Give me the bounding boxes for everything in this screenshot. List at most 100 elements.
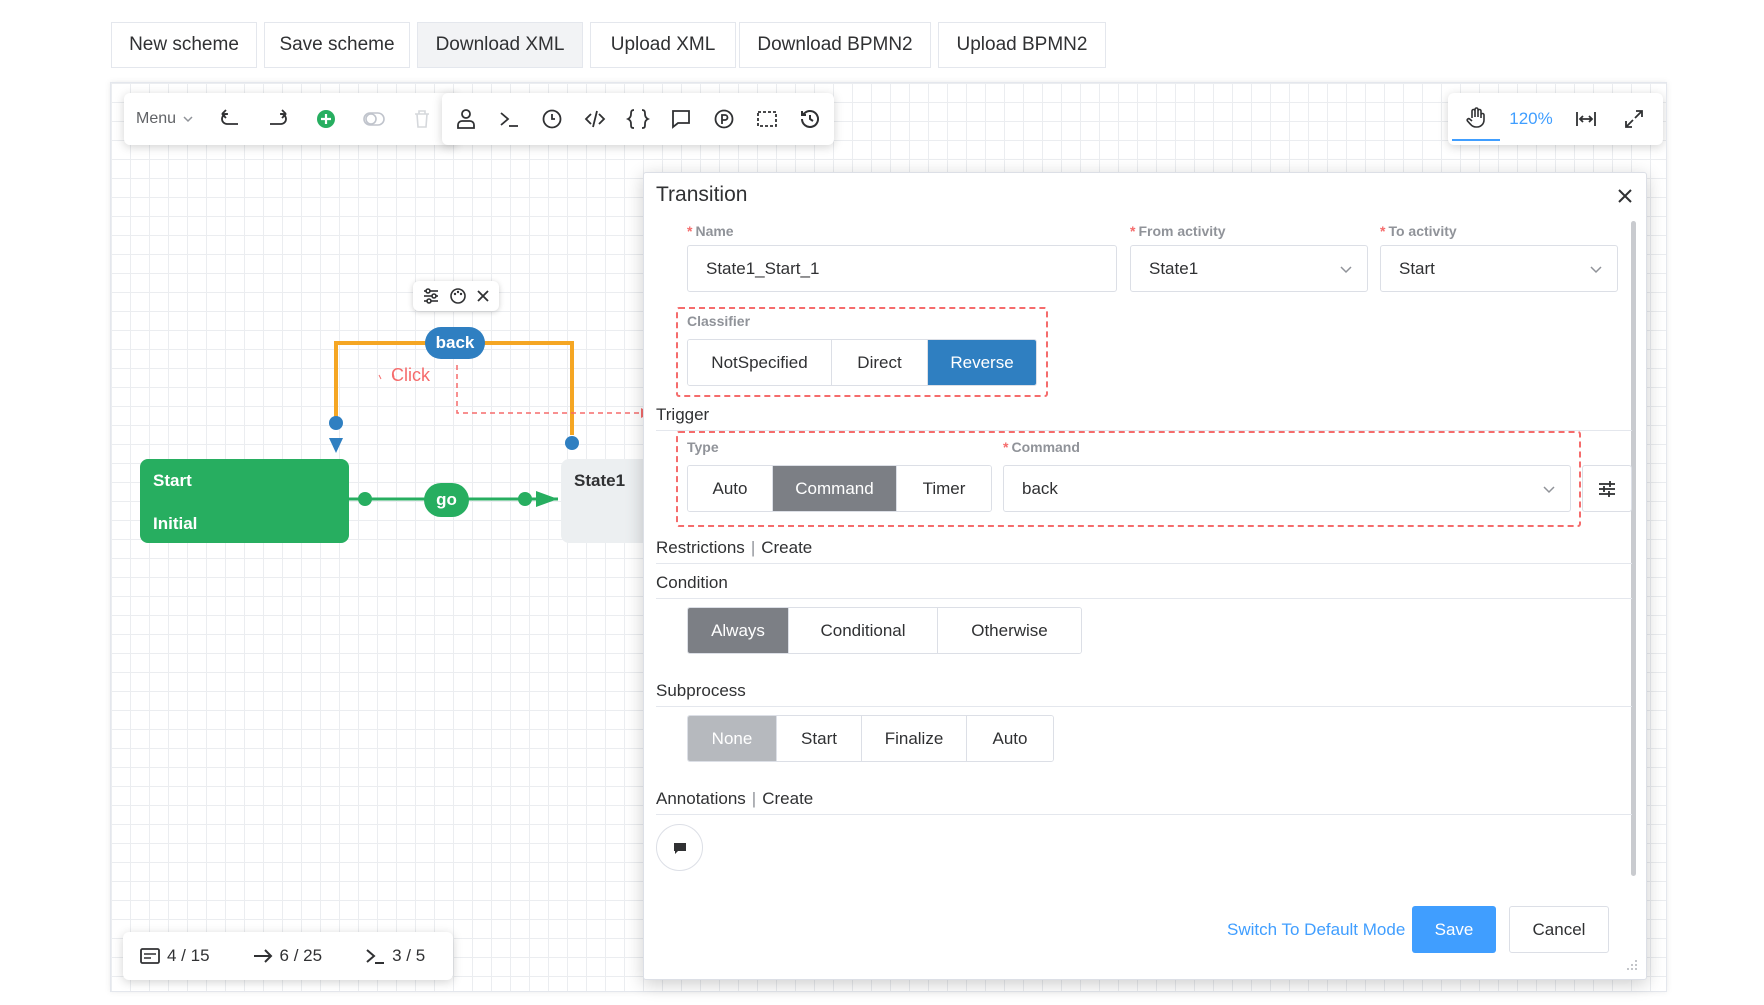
classifier-reverse[interactable]: Reverse <box>928 340 1036 385</box>
back-start-dot <box>565 436 579 450</box>
new-scheme-button[interactable]: New scheme <box>111 22 257 68</box>
status-bar: 4 / 15 6 / 25 3 / 5 <box>123 932 453 980</box>
condition-always[interactable]: Always <box>688 608 789 653</box>
classifier-segmented: NotSpecified Direct Reverse <box>687 339 1037 386</box>
redo-button[interactable] <box>254 95 302 143</box>
annotations-create-link[interactable]: Create <box>762 789 813 808</box>
activities-count: 4 / 15 <box>139 946 210 966</box>
to-activity-label: * To activity <box>1380 223 1457 239</box>
history-button[interactable] <box>788 95 831 143</box>
command-parameters-button[interactable] <box>1582 465 1632 512</box>
close-icon[interactable] <box>1616 187 1634 205</box>
subprocess-segmented: None Start Finalize Auto <box>687 715 1054 762</box>
click-hint: Click <box>391 365 430 385</box>
main-toolbar: Menu <box>124 93 457 145</box>
from-activity-label: * From activity <box>1130 223 1226 239</box>
chevron-down-icon <box>1340 266 1352 274</box>
from-activity-select[interactable]: State1 <box>1130 245 1368 292</box>
fit-width-button[interactable] <box>1562 95 1610 143</box>
restrictions-create-link[interactable]: Create <box>761 538 812 557</box>
add-annotation-button[interactable] <box>656 824 703 871</box>
chevron-down-icon <box>183 116 193 123</box>
condition-conditional[interactable]: Conditional <box>789 608 938 653</box>
trigger-type-label: Type <box>687 439 719 455</box>
delete-button[interactable] <box>398 95 446 143</box>
zoom-level[interactable]: 120% <box>1500 109 1562 129</box>
classifier-direct[interactable]: Direct <box>832 340 928 385</box>
name-label: * Name <box>687 223 734 239</box>
redo-icon <box>270 109 287 125</box>
toggle-button[interactable] <box>350 95 398 143</box>
save-button[interactable]: Save <box>1412 906 1496 953</box>
name-input[interactable]: State1_Start_1 <box>687 245 1117 292</box>
trigger-type-segmented: Auto Command Timer <box>687 465 992 512</box>
toggle-icon <box>363 112 385 126</box>
go-transition-label[interactable]: go <box>424 483 469 517</box>
trigger-section-title: Trigger <box>656 405 1632 431</box>
sliders-icon <box>1599 480 1615 497</box>
clock-icon <box>542 109 561 129</box>
command-select[interactable]: back <box>1003 465 1571 512</box>
menu-button[interactable]: Menu <box>124 93 206 145</box>
code-actions-button[interactable] <box>573 95 616 143</box>
trigger-type-command[interactable]: Command <box>773 466 897 511</box>
subprocess-auto[interactable]: Auto <box>967 716 1053 761</box>
download-xml-button[interactable]: Download XML <box>417 22 583 68</box>
braces-icon <box>625 109 650 129</box>
condition-section-title: Condition <box>656 573 1632 599</box>
to-activity-select[interactable]: Start <box>1380 245 1618 292</box>
terminal-icon <box>366 949 385 964</box>
history-icon <box>800 110 819 128</box>
subprocess-none[interactable]: None <box>688 716 777 761</box>
comment-icon <box>673 842 686 854</box>
download-bpmn2-button[interactable]: Download BPMN2 <box>739 22 931 68</box>
localization-button[interactable] <box>659 95 702 143</box>
transition-dialog: Transition * Name State1_Start_1 * From ac… <box>643 172 1647 980</box>
restrictions-section: Restrictions | Create <box>656 538 1632 564</box>
arrow-right-icon <box>253 949 272 963</box>
fullscreen-button[interactable] <box>1610 95 1658 143</box>
undo-button[interactable] <box>206 95 254 143</box>
add-activity-button[interactable] <box>302 95 350 143</box>
classifier-notspecified[interactable]: NotSpecified <box>688 340 832 385</box>
annotations-section: Annotations | Create <box>656 789 1632 815</box>
commands-button[interactable] <box>487 95 530 143</box>
close-icon[interactable] <box>476 289 490 303</box>
parameters-button[interactable] <box>702 95 745 143</box>
start-node-title: Start <box>153 471 192 490</box>
subprocess-finalize[interactable]: Finalize <box>862 716 967 761</box>
dashed-square-icon <box>756 111 777 127</box>
back-transition-label[interactable]: back <box>425 327 485 359</box>
palette-icon[interactable] <box>449 287 467 305</box>
upload-xml-button[interactable]: Upload XML <box>590 22 736 68</box>
chevron-down-icon <box>1590 266 1602 274</box>
pan-mode-button[interactable] <box>1452 97 1500 141</box>
transitions-count: 6 / 25 <box>252 946 322 966</box>
activity-icon <box>140 948 160 964</box>
view-toolbar: 120% <box>1448 93 1663 145</box>
start-node[interactable]: Start Initial <box>140 459 349 543</box>
timers-button[interactable] <box>530 95 573 143</box>
save-scheme-button[interactable]: Save scheme <box>264 22 410 68</box>
parameters-json-button[interactable] <box>616 95 659 143</box>
person-icon <box>456 109 475 129</box>
trigger-type-auto[interactable]: Auto <box>688 466 773 511</box>
code-icon <box>584 110 605 128</box>
upload-bpmn2-button[interactable]: Upload BPMN2 <box>938 22 1106 68</box>
transition-mini-toolbar <box>413 281 499 311</box>
condition-otherwise[interactable]: Otherwise <box>938 608 1081 653</box>
commands-count: 3 / 5 <box>364 946 425 966</box>
cancel-button[interactable]: Cancel <box>1509 906 1609 953</box>
actors-button[interactable] <box>444 95 487 143</box>
expand-icon <box>1625 110 1643 128</box>
settings-sliders-icon[interactable] <box>422 287 440 305</box>
trash-icon <box>415 110 430 128</box>
resize-handle-icon[interactable] <box>1626 959 1638 971</box>
subprocess-start[interactable]: Start <box>777 716 862 761</box>
back-end-dot <box>329 416 343 430</box>
select-area-button[interactable] <box>745 95 788 143</box>
command-label: * Command <box>1003 439 1080 455</box>
switch-default-mode-link[interactable]: Switch To Default Mode <box>1227 920 1405 940</box>
trigger-type-timer[interactable]: Timer <box>897 466 991 511</box>
undo-icon <box>221 109 239 125</box>
